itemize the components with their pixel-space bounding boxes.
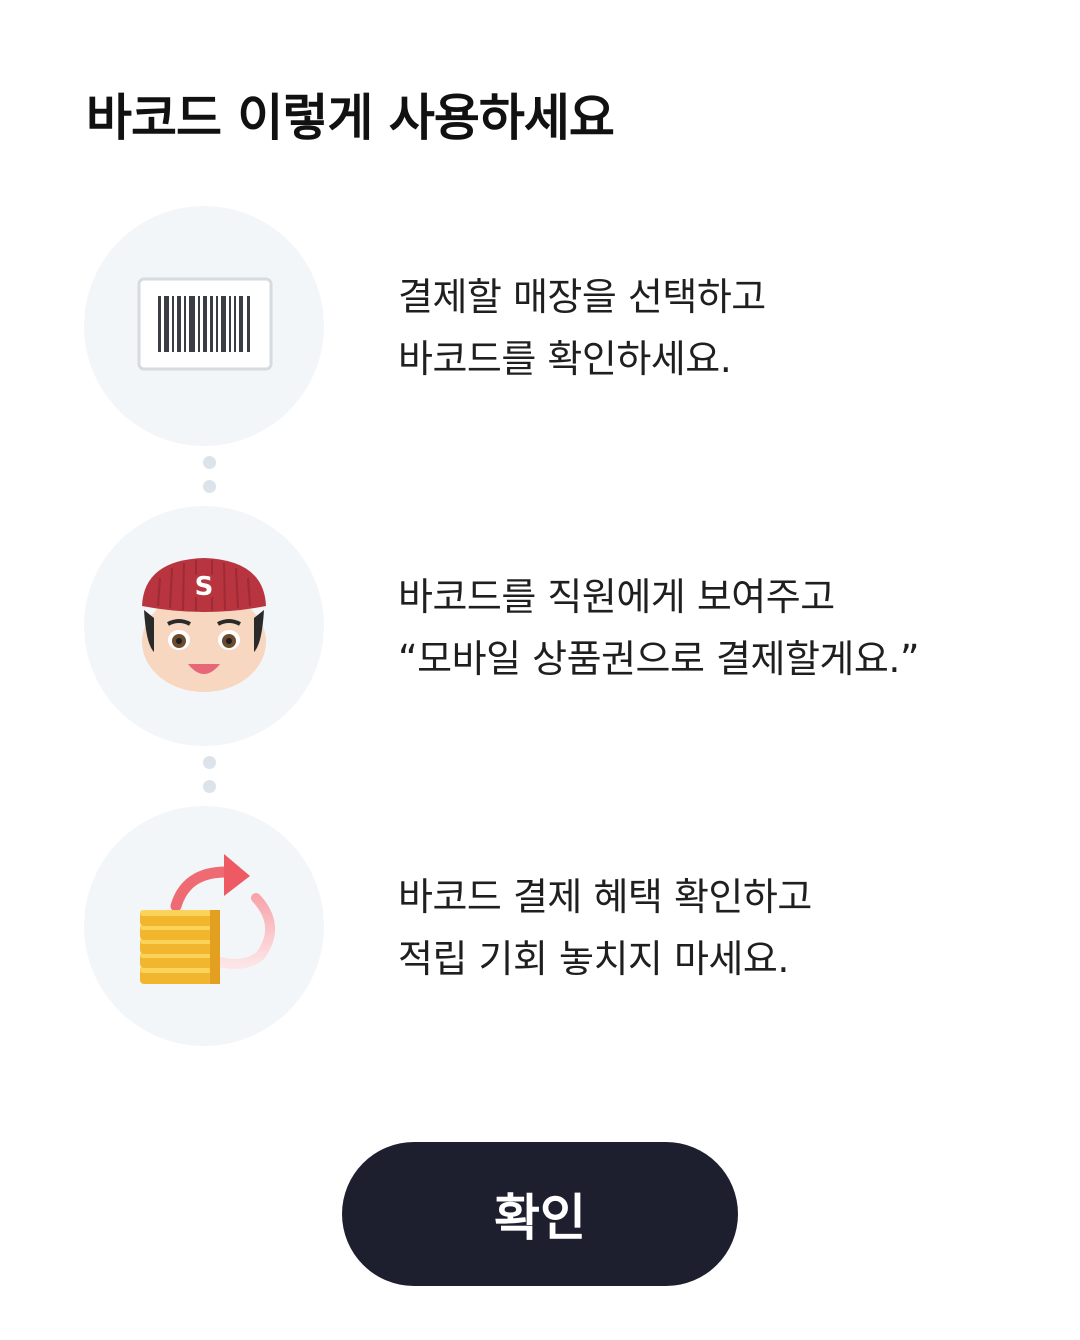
staff-icon: S: [142, 558, 266, 692]
step-2-line-1: 바코드를 직원에게 보여주고: [398, 575, 835, 619]
page-title: 바코드 이렇게 사용하세요: [86, 89, 615, 147]
step-2-icon-circle: S: [84, 506, 324, 746]
step-3-icon-circle: [84, 806, 324, 1046]
step-1: 결제할 매장을 선택하고 바코드를 확인하세요.: [84, 206, 1004, 446]
step-3: 바코드 결제 혜택 확인하고 적립 기회 놓치지 마세요.: [84, 806, 1004, 1046]
step-3-line-2: 적립 기회 놓치지 마세요.: [398, 937, 789, 981]
confirm-button[interactable]: 확인: [342, 1142, 738, 1286]
step-1-line-2: 바코드를 확인하세요.: [398, 337, 732, 381]
step-connector-2: [203, 756, 217, 804]
usage-guide-sheet: 바코드 이렇게 사용하세요 결제할 매장을 선택하고 바코드를 확인하세요. S…: [0, 0, 1080, 1340]
step-2-description: 바코드를 직원에게 보여주고 “모바일 상품권으로 결제할게요.”: [398, 566, 920, 690]
barcode-icon: [137, 277, 273, 371]
step-1-line-1: 결제할 매장을 선택하고: [398, 275, 766, 319]
step-2-line-2: “모바일 상품권으로 결제할게요.”: [398, 637, 920, 681]
step-3-line-1: 바코드 결제 혜택 확인하고: [398, 875, 812, 919]
step-1-icon-circle: [84, 206, 324, 446]
step-2: S 바코드를 직원에게 보여주고 “모바일 상품권으로 결제할게요.”: [84, 506, 1004, 746]
step-3-description: 바코드 결제 혜택 확인하고 적립 기회 놓치지 마세요.: [398, 866, 812, 990]
step-connector-1: [203, 456, 217, 504]
coins-refresh-icon: [140, 854, 276, 984]
step-1-description: 결제할 매장을 선택하고 바코드를 확인하세요.: [398, 266, 766, 390]
cap-badge-letter: S: [195, 572, 214, 602]
